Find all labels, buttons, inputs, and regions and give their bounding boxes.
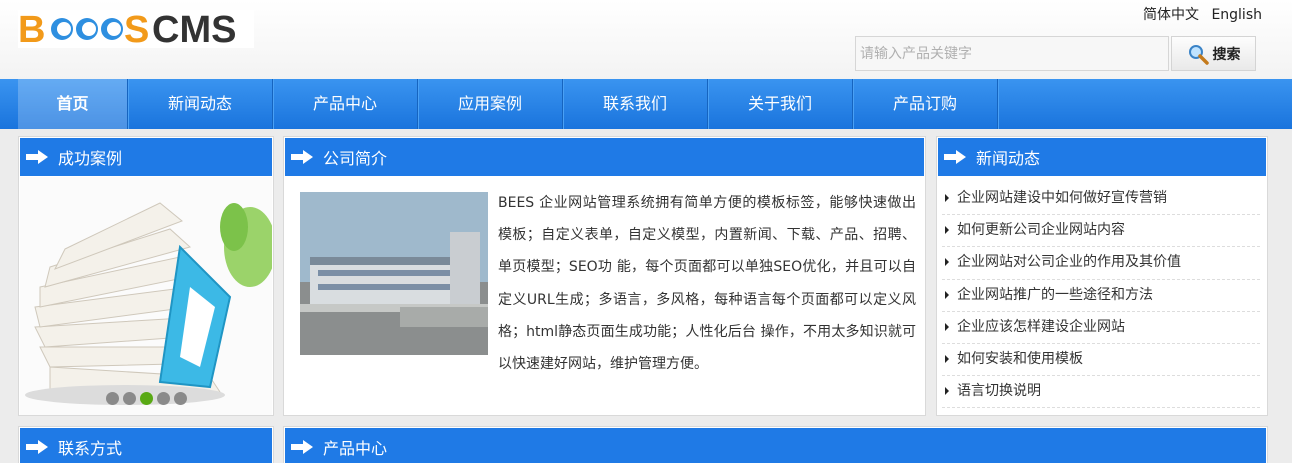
news-item[interactable]: 企业网站推广的一些途径和方法: [942, 280, 1260, 312]
bullet-icon: [945, 258, 949, 267]
arrow-right-icon: [944, 150, 966, 164]
contact-header: 联系方式: [20, 428, 272, 463]
news-item[interactable]: 企业应该怎样建设企业网站: [942, 312, 1260, 344]
search-icon: [1188, 44, 1209, 65]
nav-item-products[interactable]: 产品中心: [273, 79, 418, 129]
arrow-right-icon: [291, 150, 313, 164]
svg-text:S: S: [124, 10, 149, 48]
bullet-icon: [945, 322, 949, 331]
products-header: 产品中心: [285, 428, 1266, 463]
nav-item-news[interactable]: 新闻动态: [128, 79, 273, 129]
cases-panel: 成功案例: [18, 136, 274, 416]
nav-item-home[interactable]: 首页: [18, 79, 128, 129]
news-item-label: 企业网站推广的一些途径和方法: [957, 286, 1153, 303]
lang-zh-link[interactable]: 简体中文: [1143, 7, 1199, 23]
company-photo: [300, 192, 488, 355]
news-item-label: 语言切换说明: [957, 383, 1041, 400]
intro-text: BEES 企业网站管理系统拥有简单方便的模板标签，能够快速做出模板；自定义表单，…: [498, 195, 916, 373]
nav-item-order[interactable]: 产品订购: [853, 79, 998, 129]
products-title: 产品中心: [323, 439, 388, 458]
news-item-label: 企业应该怎样建设企业网站: [957, 318, 1125, 335]
search-button-label: 搜索: [1212, 46, 1241, 63]
arrow-right-icon: [26, 440, 48, 454]
bullet-icon: [945, 226, 949, 235]
cases-header: 成功案例: [20, 138, 272, 176]
slider-dot-5[interactable]: [173, 392, 187, 405]
news-item[interactable]: 企业网站对公司企业的作用及其价值: [942, 247, 1260, 280]
contact-title: 联系方式: [58, 439, 123, 458]
news-item[interactable]: 语言切换说明: [942, 376, 1260, 409]
main-nav: 首页 新闻动态 产品中心 应用案例 联系我们 关于我们 产品订购: [0, 79, 1292, 129]
nav-item-cases[interactable]: 应用案例: [418, 79, 563, 129]
bullet-icon: [945, 387, 949, 396]
intro-panel: 公司简介 BEES 企业网站管理系统拥有简单方便的模板标签，能够快速做出模板；自…: [283, 136, 926, 416]
site-header: B S CMS 简体中文 English 搜索: [0, 0, 1292, 79]
search-input[interactable]: [855, 36, 1169, 71]
lang-en-link[interactable]: English: [1211, 7, 1262, 23]
slider-dot-2[interactable]: [122, 392, 136, 405]
site-logo[interactable]: B S CMS: [18, 10, 254, 48]
nav-item-about[interactable]: 关于我们: [708, 79, 853, 129]
arrow-right-icon: [291, 440, 313, 454]
news-item-label: 企业网站对公司企业的作用及其价值: [957, 254, 1181, 271]
svg-text:B: B: [18, 10, 45, 48]
slider-dot-4[interactable]: [156, 392, 170, 405]
news-header: 新闻动态: [938, 138, 1266, 176]
news-item-label: 如何安装和使用模板: [957, 350, 1083, 367]
case-slide-image[interactable]: [20, 177, 272, 415]
arrow-right-icon: [26, 150, 48, 164]
cases-title: 成功案例: [58, 149, 123, 168]
search-button[interactable]: 搜索: [1171, 36, 1256, 71]
bullet-icon: [945, 194, 949, 202]
language-switch: 简体中文 English: [1135, 4, 1262, 24]
nav-item-contact[interactable]: 联系我们: [563, 79, 708, 129]
news-item[interactable]: 如何更新公司企业网站内容: [942, 215, 1260, 248]
news-panel: 新闻动态 企业网站建设中如何做好宣传营销 如何更新公司企业网站内容 企业网站对公…: [936, 136, 1268, 416]
news-item[interactable]: 如何安装和使用模板: [942, 344, 1260, 377]
products-panel: 产品中心: [283, 426, 1268, 463]
intro-title: 公司简介: [323, 149, 388, 168]
news-item-label: 企业网站建设中如何做好宣传营销: [957, 190, 1167, 206]
slider-pagination: [19, 392, 273, 405]
slider-dot-1[interactable]: [105, 392, 119, 405]
news-title: 新闻动态: [976, 149, 1041, 168]
bullet-icon: [945, 290, 949, 299]
intro-header: 公司简介: [285, 138, 924, 176]
news-list: 企业网站建设中如何做好宣传营销 如何更新公司企业网站内容 企业网站对公司企业的作…: [942, 183, 1260, 409]
svg-text:CMS: CMS: [152, 10, 236, 48]
contact-panel: 联系方式: [18, 426, 274, 463]
bullet-icon: [945, 354, 949, 363]
slider-dot-3[interactable]: [139, 392, 153, 405]
news-item-label: 如何更新公司企业网站内容: [957, 222, 1125, 239]
news-item[interactable]: 企业网站建设中如何做好宣传营销: [942, 183, 1260, 216]
